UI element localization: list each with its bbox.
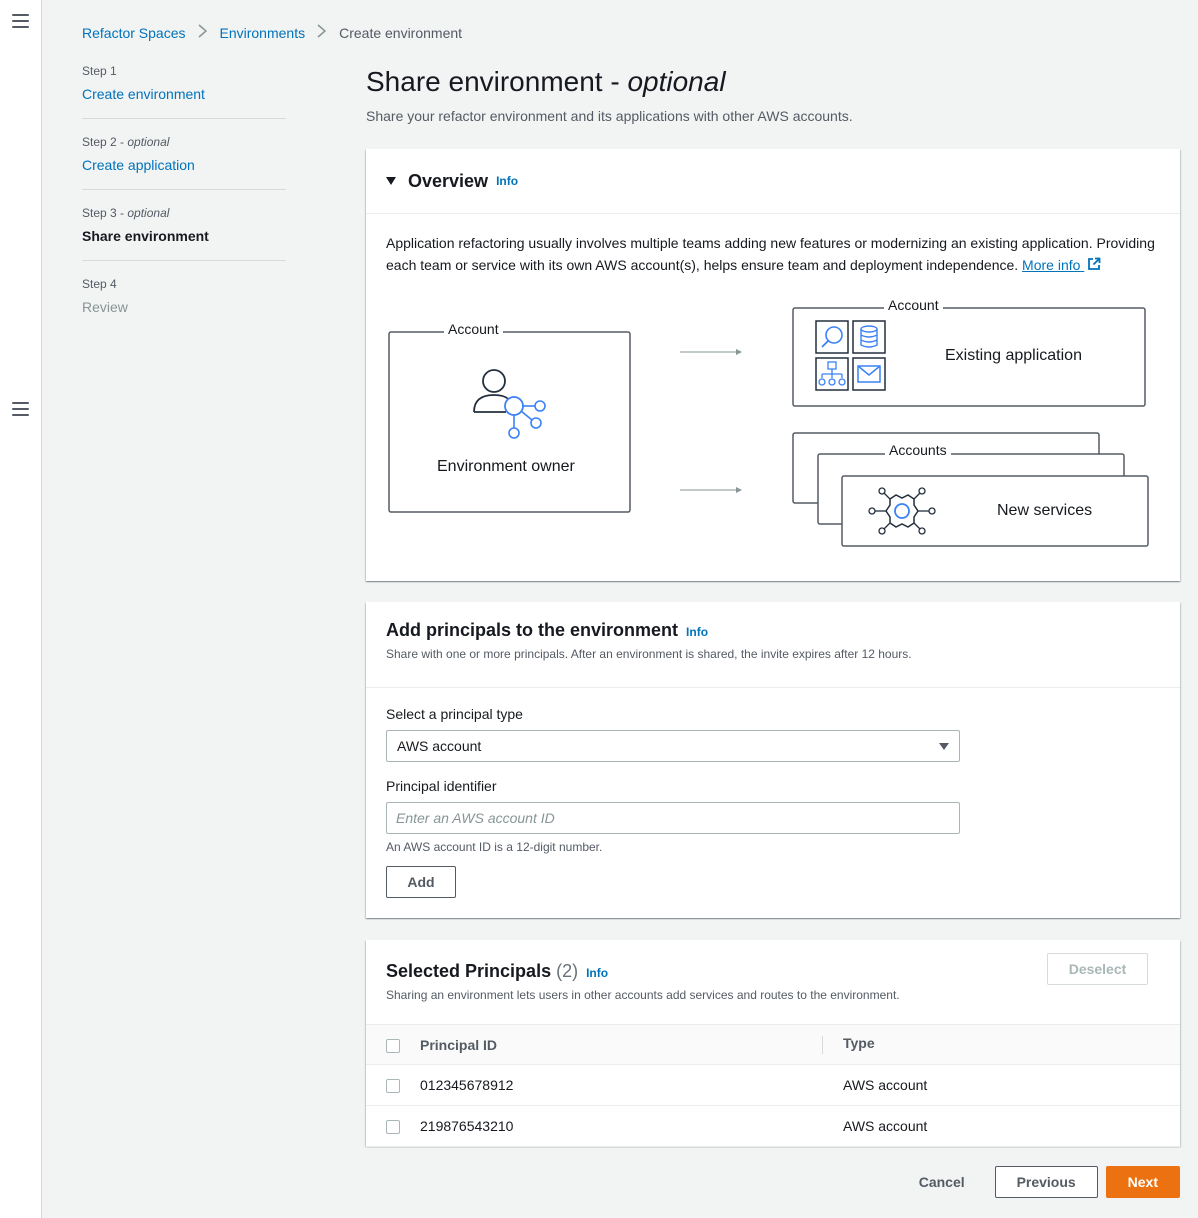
table-row[interactable]: 219876543210 AWS account — [366, 1105, 1180, 1147]
overview-container: Overview Info Application refactoring us… — [366, 149, 1180, 581]
step-number: Step 2 - optional — [82, 135, 170, 149]
breadcrumb-environments[interactable]: Environments — [220, 25, 306, 41]
next-button[interactable]: Next — [1105, 1166, 1180, 1198]
deselect-button[interactable]: Deselect — [1047, 953, 1148, 985]
diagram-graphic — [388, 307, 1149, 547]
step-link-create-environment[interactable]: Create environment — [82, 86, 286, 102]
overview-info-link[interactable]: Info — [496, 174, 518, 188]
overview-body: Application refactoring usually involves… — [366, 214, 1180, 294]
principals-table: Principal ID Type 012345678912 AWS accou… — [366, 1024, 1180, 1147]
external-link-icon — [1088, 257, 1101, 270]
add-principals-title: Add principals to the environment — [386, 620, 679, 640]
table-header-row: Principal ID Type — [366, 1024, 1180, 1065]
principal-id-cell: 219876543210 — [420, 1105, 822, 1147]
principal-type-cell: AWS account — [822, 1105, 1180, 1147]
selected-principals-container: Selected Principals (2) Info Sharing an … — [366, 940, 1180, 1147]
tools-menu-icon[interactable] — [12, 402, 29, 416]
new-accounts-label: Accounts — [885, 442, 951, 458]
existing-application-icons — [815, 320, 886, 391]
environment-owner-icon — [473, 369, 546, 439]
principal-type-label: Select a principal type — [386, 706, 523, 722]
step-review: Review — [82, 299, 128, 315]
environment-diagram: Account Environment owner Account Existi… — [366, 297, 1180, 581]
breadcrumb-refactor-spaces[interactable]: Refactor Spaces — [82, 25, 186, 41]
selected-principals-subtitle: Sharing an environment lets users in oth… — [386, 988, 900, 1002]
chevron-right-icon — [198, 24, 208, 41]
caret-down-icon — [939, 742, 949, 750]
menu-icon[interactable] — [12, 14, 29, 28]
wizard-step-2: Step 2 - optional Create application — [82, 135, 286, 190]
selected-principals-header: Selected Principals (2) Info Sharing an … — [366, 940, 1180, 1024]
wizard-steps: Step 1 Create environment Step 2 - optio… — [82, 64, 286, 347]
step-current-share-environment: Share environment — [82, 228, 209, 244]
step-number: Step 3 - optional — [82, 206, 170, 220]
wizard-step-3: Step 3 - optional Share environment — [82, 206, 286, 261]
step-number: Step 4 — [82, 277, 117, 291]
existing-account-label: Account — [884, 297, 943, 313]
table-row[interactable]: 012345678912 AWS account — [366, 1064, 1180, 1106]
column-header-principal-id[interactable]: Principal ID — [420, 1024, 822, 1065]
principal-type-value: AWS account — [397, 738, 482, 754]
overview-header[interactable]: Overview Info — [366, 149, 1180, 214]
caret-down-icon[interactable] — [386, 177, 396, 185]
new-services-label: New services — [993, 502, 1097, 520]
page-title: Share environment - optional — [366, 66, 726, 97]
add-principals-form: Select a principal type AWS account Prin… — [366, 688, 1180, 916]
selected-principals-title: Selected Principals — [386, 961, 552, 981]
add-principals-info-link[interactable]: Info — [686, 625, 708, 639]
side-navigation-rail — [0, 0, 42, 1218]
selected-principals-count: (2) — [556, 961, 579, 981]
environment-owner-label: Environment owner — [433, 458, 579, 476]
principal-id-cell: 012345678912 — [420, 1064, 822, 1106]
principal-identifier-input[interactable] — [386, 802, 960, 834]
wizard-footer: Cancel Previous Next — [889, 1166, 1180, 1198]
select-all-checkbox[interactable] — [386, 1038, 400, 1053]
add-principal-button[interactable]: Add — [386, 866, 456, 898]
column-header-type[interactable]: Type — [822, 1024, 1180, 1065]
row-checkbox[interactable] — [386, 1079, 400, 1094]
step-number: Step 1 — [82, 64, 117, 78]
selected-principals-info-link[interactable]: Info — [586, 966, 608, 980]
wizard-step-4: Step 4 Review — [82, 277, 286, 331]
chevron-right-icon — [317, 24, 327, 41]
existing-application-label: Existing application — [941, 347, 1086, 365]
wizard-step-1: Step 1 Create environment — [82, 64, 286, 119]
step-link-create-application[interactable]: Create application — [82, 157, 286, 173]
breadcrumb: Refactor Spaces Environments Create envi… — [82, 24, 462, 41]
principal-type-select[interactable]: AWS account — [386, 730, 960, 762]
page-description: Share your refactor environment and its … — [366, 108, 853, 124]
breadcrumb-current: Create environment — [339, 24, 463, 41]
add-principals-container: Add principals to the environment Info S… — [366, 602, 1180, 918]
principal-identifier-constraint: An AWS account ID is a 12-digit number. — [386, 840, 603, 854]
cancel-button[interactable]: Cancel — [889, 1174, 995, 1190]
add-principals-subtitle: Share with one or more principals. After… — [386, 647, 912, 661]
row-checkbox[interactable] — [386, 1120, 400, 1135]
overview-title: Overview — [408, 170, 489, 191]
owner-account-label: Account — [444, 321, 503, 337]
more-info-link[interactable]: More info — [1022, 257, 1101, 273]
principal-identifier-label: Principal identifier — [386, 778, 497, 794]
principal-type-cell: AWS account — [822, 1064, 1180, 1106]
previous-button[interactable]: Previous — [994, 1166, 1098, 1198]
add-principals-header: Add principals to the environment Info S… — [366, 602, 1180, 688]
